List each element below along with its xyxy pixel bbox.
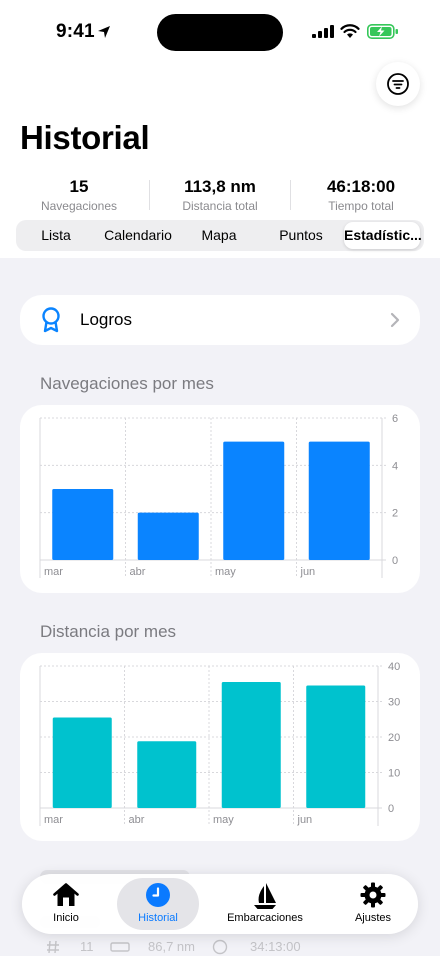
y-tick-label: 30 bbox=[388, 697, 400, 709]
tab-label: Ajustes bbox=[354, 912, 392, 924]
clock-icon bbox=[146, 883, 170, 907]
gear-icon bbox=[360, 882, 386, 908]
y-tick-label: 20 bbox=[388, 732, 400, 744]
chevron-right-icon bbox=[390, 312, 400, 328]
y-tick-label: 2 bbox=[392, 508, 398, 520]
x-tick-label: jun bbox=[297, 814, 313, 826]
y-tick-label: 10 bbox=[388, 768, 400, 780]
tab-ajustes[interactable]: Ajustes bbox=[336, 874, 410, 934]
summary-stats: 15 Navegaciones 113,8 nm Distancia total… bbox=[0, 176, 440, 216]
bar bbox=[306, 685, 366, 808]
hashtag-icon bbox=[47, 940, 59, 954]
x-tick-label: may bbox=[213, 814, 234, 826]
x-tick-label: abr bbox=[130, 566, 146, 578]
segment-estadisticas[interactable]: Estadístic... bbox=[344, 222, 422, 249]
logros-label: Logros bbox=[80, 310, 132, 329]
segment-calendario[interactable]: Calendario bbox=[98, 220, 178, 251]
stat-value: 113,8 nm bbox=[184, 177, 256, 196]
peek-time: 34:13:00 bbox=[250, 939, 301, 954]
chart-distancia: 0 10 20 30 40 mar abr may jun bbox=[39, 661, 400, 826]
wifi-icon bbox=[340, 24, 360, 38]
filter-button[interactable] bbox=[376, 62, 420, 106]
bar bbox=[137, 512, 199, 560]
x-tick-label: may bbox=[215, 566, 236, 578]
filter-icon bbox=[387, 73, 409, 95]
x-tick-label: mar bbox=[44, 566, 63, 578]
segment-puntos[interactable]: Puntos bbox=[262, 220, 340, 251]
timer-icon bbox=[212, 939, 228, 955]
tab-label: Inicio bbox=[53, 912, 79, 924]
stat-label: Navegaciones bbox=[40, 199, 118, 213]
ruler-icon bbox=[110, 942, 130, 952]
chart-title-distancia: Distancia por mes bbox=[40, 622, 177, 641]
status-bar: 9:41 bbox=[0, 0, 440, 62]
y-tick-label: 40 bbox=[388, 661, 400, 673]
chart-card-navegaciones: 0 2 4 6 mar abr may jun bbox=[20, 405, 420, 593]
bar bbox=[223, 441, 285, 560]
y-tick-label: 6 bbox=[392, 413, 398, 425]
peek-count: 11 bbox=[80, 939, 94, 954]
x-tick-label: jun bbox=[300, 566, 316, 578]
stat-distancia: 113,8 nm Distancia total bbox=[150, 176, 290, 213]
stat-label: Tiempo total bbox=[328, 199, 394, 213]
tab-historial[interactable]: Historial bbox=[117, 874, 199, 934]
segment-lista[interactable]: Lista bbox=[20, 220, 92, 251]
tab-label: Historial bbox=[138, 912, 178, 924]
bar bbox=[52, 489, 114, 560]
bar bbox=[137, 741, 197, 808]
peek-distance: 86,7 nm bbox=[148, 939, 195, 954]
location-arrow-icon bbox=[98, 26, 110, 38]
y-tick-label: 0 bbox=[392, 555, 398, 567]
battery-charging-icon bbox=[367, 24, 398, 39]
chart-card-distancia: 0 10 20 30 40 mar abr may jun bbox=[20, 653, 420, 841]
sailboat-icon bbox=[254, 883, 276, 909]
logros-row[interactable]: Logros bbox=[20, 295, 420, 345]
tab-bar: Inicio Historial Embarcaciones Ajustes bbox=[22, 874, 418, 934]
chart-title-navegaciones: Navegaciones por mes bbox=[40, 374, 214, 393]
x-tick-label: abr bbox=[129, 814, 145, 826]
home-icon bbox=[53, 883, 79, 906]
tab-label: Embarcaciones bbox=[227, 912, 303, 924]
chart-navegaciones: 0 2 4 6 mar abr may jun bbox=[39, 413, 398, 578]
tab-inicio[interactable]: Inicio bbox=[30, 874, 102, 934]
view-segmented-control: Lista Calendario Mapa Puntos Estadístic.… bbox=[16, 220, 424, 251]
stat-value: 15 bbox=[69, 177, 89, 196]
stat-tiempo: 46:18:00 Tiempo total bbox=[291, 176, 431, 213]
y-tick-label: 0 bbox=[388, 803, 394, 815]
x-tick-label: mar bbox=[44, 814, 63, 826]
stat-value: 46:18:00 bbox=[326, 177, 396, 196]
stat-label: Distancia total bbox=[182, 199, 258, 213]
status-time: 9:41 bbox=[56, 21, 95, 42]
tab-embarcaciones[interactable]: Embarcaciones bbox=[218, 874, 312, 934]
cellular-signal-icon bbox=[312, 25, 334, 38]
bar bbox=[52, 717, 112, 808]
award-ribbon-icon bbox=[42, 307, 60, 333]
dynamic-island bbox=[157, 14, 283, 51]
bar bbox=[221, 681, 281, 808]
segment-mapa[interactable]: Mapa bbox=[182, 220, 256, 251]
y-tick-label: 4 bbox=[392, 460, 398, 472]
bar bbox=[308, 441, 370, 560]
page-title: Historial bbox=[20, 119, 150, 156]
stat-navegaciones: 15 Navegaciones bbox=[9, 176, 149, 213]
